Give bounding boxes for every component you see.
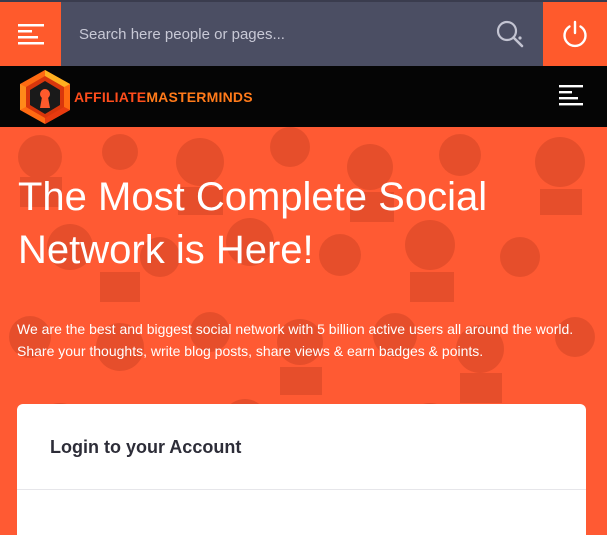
- secondary-menu-icon[interactable]: [559, 82, 585, 108]
- hero-title: The Most Complete Social Network is Here…: [18, 175, 488, 272]
- divider: [17, 489, 586, 490]
- brand-name-part2: MASTERMINDS: [146, 89, 253, 105]
- power-button[interactable]: [543, 2, 607, 66]
- top-bar: [0, 0, 607, 66]
- brand-name: AFFILIATEMASTERMINDS: [74, 89, 253, 105]
- search-input[interactable]: [79, 19, 479, 49]
- brand-bar: AFFILIATEMASTERMINDS: [0, 66, 607, 127]
- menu-button[interactable]: [0, 2, 61, 66]
- brand-name-part1: AFFILIATE: [74, 89, 147, 105]
- login-title: Login to your Account: [50, 437, 242, 457]
- power-icon: [563, 20, 587, 48]
- keyhole-hexagon-logo: [20, 70, 70, 124]
- logo[interactable]: AFFILIATEMASTERMINDS: [18, 68, 253, 126]
- search-area: [61, 2, 543, 66]
- menu-icon: [17, 24, 44, 45]
- search-icon[interactable]: [495, 19, 525, 49]
- hero-banner: The Most Complete Social Network is Here…: [0, 127, 607, 535]
- login-card: Login to your Account: [17, 404, 586, 535]
- hero-subtitle: We are the best and biggest social netwo…: [17, 321, 574, 359]
